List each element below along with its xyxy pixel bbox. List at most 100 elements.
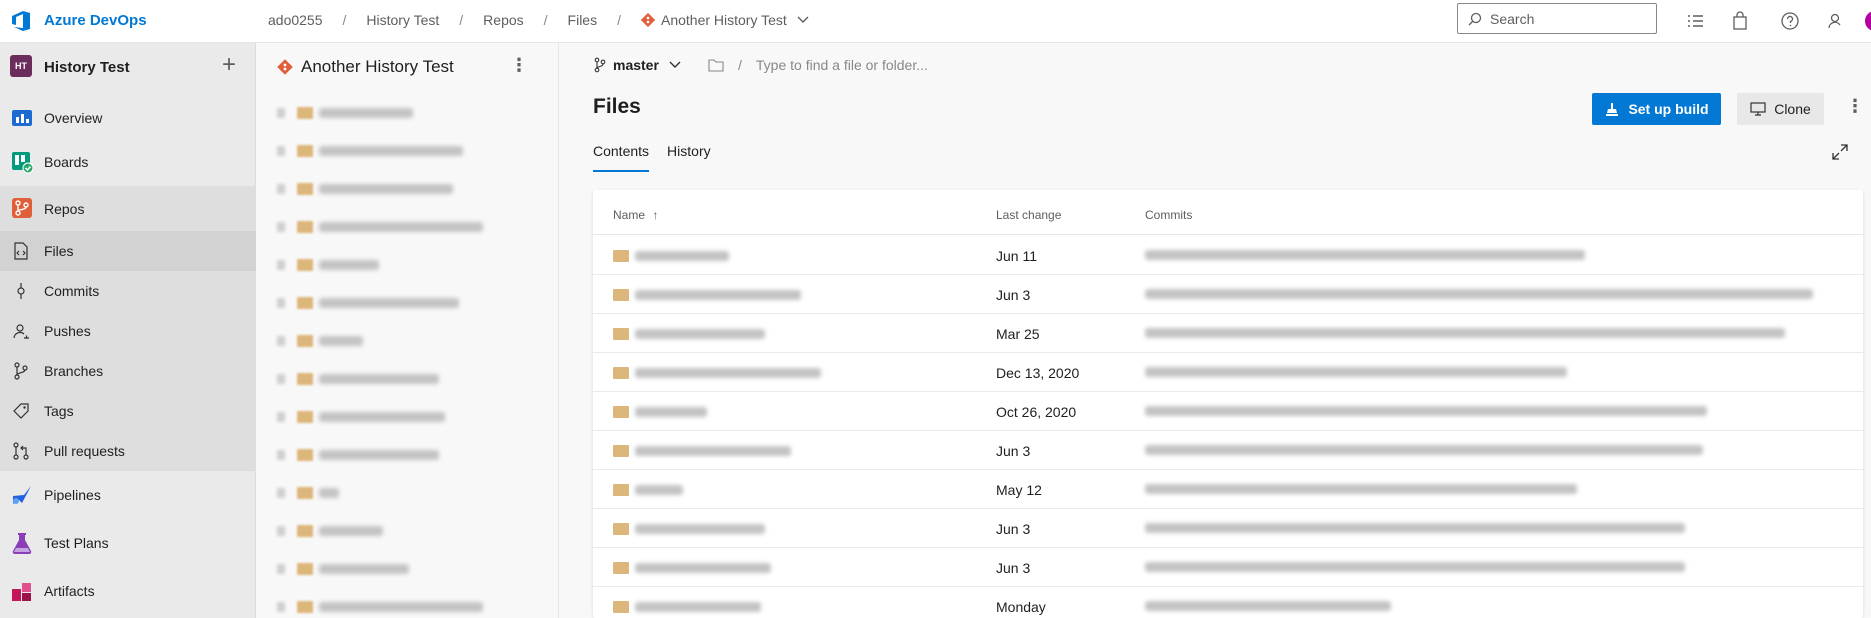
- nav-commits[interactable]: Commits: [0, 271, 256, 311]
- tree-item[interactable]: [277, 483, 339, 503]
- file-name-cell[interactable]: [613, 328, 765, 340]
- project-name[interactable]: History Test: [44, 59, 130, 76]
- commit-cell[interactable]: [1145, 445, 1703, 455]
- tab-history[interactable]: History: [667, 143, 711, 172]
- file-name-cell[interactable]: [613, 250, 729, 262]
- table-row[interactable]: Jun 3: [593, 548, 1863, 587]
- help-icon[interactable]: [1780, 11, 1800, 31]
- nav-pull-requests[interactable]: Pull requests: [0, 431, 256, 471]
- more-options-icon[interactable]: ⋮: [1846, 96, 1864, 117]
- more-options-icon[interactable]: ⋮: [510, 55, 528, 76]
- commit-cell[interactable]: [1145, 250, 1585, 260]
- task-list-icon[interactable]: [1685, 11, 1705, 31]
- chevron-down-icon[interactable]: [669, 61, 681, 69]
- chevron-down-icon[interactable]: [797, 16, 809, 24]
- tree-item[interactable]: [277, 445, 439, 465]
- breadcrumb-files[interactable]: Files: [568, 12, 598, 28]
- breadcrumb-repo[interactable]: Another History Test: [661, 12, 787, 28]
- table-row[interactable]: Mar 25: [593, 314, 1863, 353]
- chevron-right-icon[interactable]: [277, 222, 285, 232]
- repo-name[interactable]: Another History Test: [301, 57, 454, 77]
- table-row[interactable]: Jun 3: [593, 275, 1863, 314]
- search-box[interactable]: [1457, 3, 1657, 34]
- user-settings-icon[interactable]: [1826, 11, 1846, 31]
- commit-cell[interactable]: [1145, 523, 1685, 533]
- branch-selector[interactable]: master: [593, 57, 681, 73]
- tree-item[interactable]: [277, 179, 453, 199]
- chevron-right-icon[interactable]: [277, 602, 285, 612]
- chevron-right-icon[interactable]: [277, 184, 285, 194]
- tree-item[interactable]: [277, 407, 445, 427]
- project-header[interactable]: HT History Test +: [0, 43, 256, 91]
- expand-icon[interactable]: [1831, 143, 1849, 161]
- breadcrumb-org[interactable]: ado0255: [268, 12, 323, 28]
- brand-name[interactable]: Azure DevOps: [44, 12, 147, 29]
- commit-cell[interactable]: [1145, 367, 1567, 377]
- commit-cell[interactable]: [1145, 406, 1707, 416]
- file-name-cell[interactable]: [613, 289, 801, 301]
- tab-contents[interactable]: Contents: [593, 143, 650, 172]
- set-up-build-button[interactable]: Set up build: [1592, 93, 1721, 125]
- chevron-right-icon[interactable]: [277, 374, 285, 384]
- path-filter-input[interactable]: [755, 57, 1016, 73]
- azure-devops-logo-icon[interactable]: [10, 9, 32, 33]
- sort-arrow-icon[interactable]: ↑: [652, 208, 658, 222]
- chevron-right-icon[interactable]: [277, 412, 285, 422]
- nav-files[interactable]: Files: [0, 231, 256, 271]
- commit-cell[interactable]: [1145, 601, 1391, 611]
- column-header-last-change[interactable]: Last change: [996, 208, 1061, 222]
- file-name-cell[interactable]: [613, 562, 771, 574]
- chevron-right-icon[interactable]: [277, 260, 285, 270]
- table-row[interactable]: Jun 11: [593, 236, 1863, 275]
- chevron-right-icon[interactable]: [277, 146, 285, 156]
- tree-item[interactable]: [277, 103, 413, 123]
- tree-item[interactable]: [277, 369, 439, 389]
- commit-cell[interactable]: [1145, 562, 1685, 572]
- tree-item[interactable]: [277, 331, 363, 351]
- clone-button[interactable]: Clone: [1737, 93, 1824, 125]
- nav-overview[interactable]: Overview: [0, 98, 256, 138]
- commit-cell[interactable]: [1145, 289, 1813, 299]
- tree-item[interactable]: [277, 255, 379, 275]
- table-row[interactable]: Jun 3: [593, 431, 1863, 470]
- nav-branches[interactable]: Branches: [0, 351, 256, 391]
- file-name-cell[interactable]: [613, 445, 791, 457]
- search-input[interactable]: [1490, 10, 1650, 27]
- table-row[interactable]: Oct 26, 2020: [593, 392, 1863, 431]
- chevron-right-icon[interactable]: [277, 108, 285, 118]
- chevron-right-icon[interactable]: [277, 564, 285, 574]
- chevron-right-icon[interactable]: [277, 450, 285, 460]
- avatar[interactable]: [1865, 11, 1871, 31]
- tree-item[interactable]: [277, 559, 409, 579]
- column-header-commits[interactable]: Commits: [1145, 208, 1192, 222]
- nav-tags[interactable]: Tags: [0, 391, 256, 431]
- table-row[interactable]: Dec 13, 2020: [593, 353, 1863, 392]
- file-name-cell[interactable]: [613, 406, 707, 418]
- tree-item[interactable]: [277, 521, 383, 541]
- table-row[interactable]: Jun 3: [593, 509, 1863, 548]
- folder-outline-icon[interactable]: [708, 58, 724, 72]
- file-name-cell[interactable]: [613, 367, 821, 379]
- nav-test-plans[interactable]: Test Plans: [0, 519, 256, 567]
- column-header-name[interactable]: Name ↑: [613, 208, 658, 222]
- breadcrumb-project[interactable]: History Test: [366, 12, 439, 28]
- chevron-right-icon[interactable]: [277, 336, 285, 346]
- file-name-cell[interactable]: [613, 601, 761, 613]
- nav-pipelines[interactable]: Pipelines: [0, 471, 256, 519]
- tree-item[interactable]: [277, 293, 459, 313]
- breadcrumb-repos[interactable]: Repos: [483, 12, 523, 28]
- tree-item[interactable]: [277, 217, 483, 237]
- table-row[interactable]: Monday: [593, 587, 1863, 618]
- chevron-right-icon[interactable]: [277, 488, 285, 498]
- tree-item[interactable]: [277, 597, 483, 617]
- file-name-cell[interactable]: [613, 523, 765, 535]
- chevron-right-icon[interactable]: [277, 526, 285, 536]
- nav-pushes[interactable]: Pushes: [0, 311, 256, 351]
- nav-artifacts[interactable]: Artifacts: [0, 567, 256, 615]
- commit-cell[interactable]: [1145, 328, 1785, 338]
- nav-repos[interactable]: Repos: [0, 186, 256, 231]
- tree-item[interactable]: [277, 141, 463, 161]
- chevron-right-icon[interactable]: [277, 298, 285, 308]
- commit-cell[interactable]: [1145, 484, 1577, 494]
- table-row[interactable]: May 12: [593, 470, 1863, 509]
